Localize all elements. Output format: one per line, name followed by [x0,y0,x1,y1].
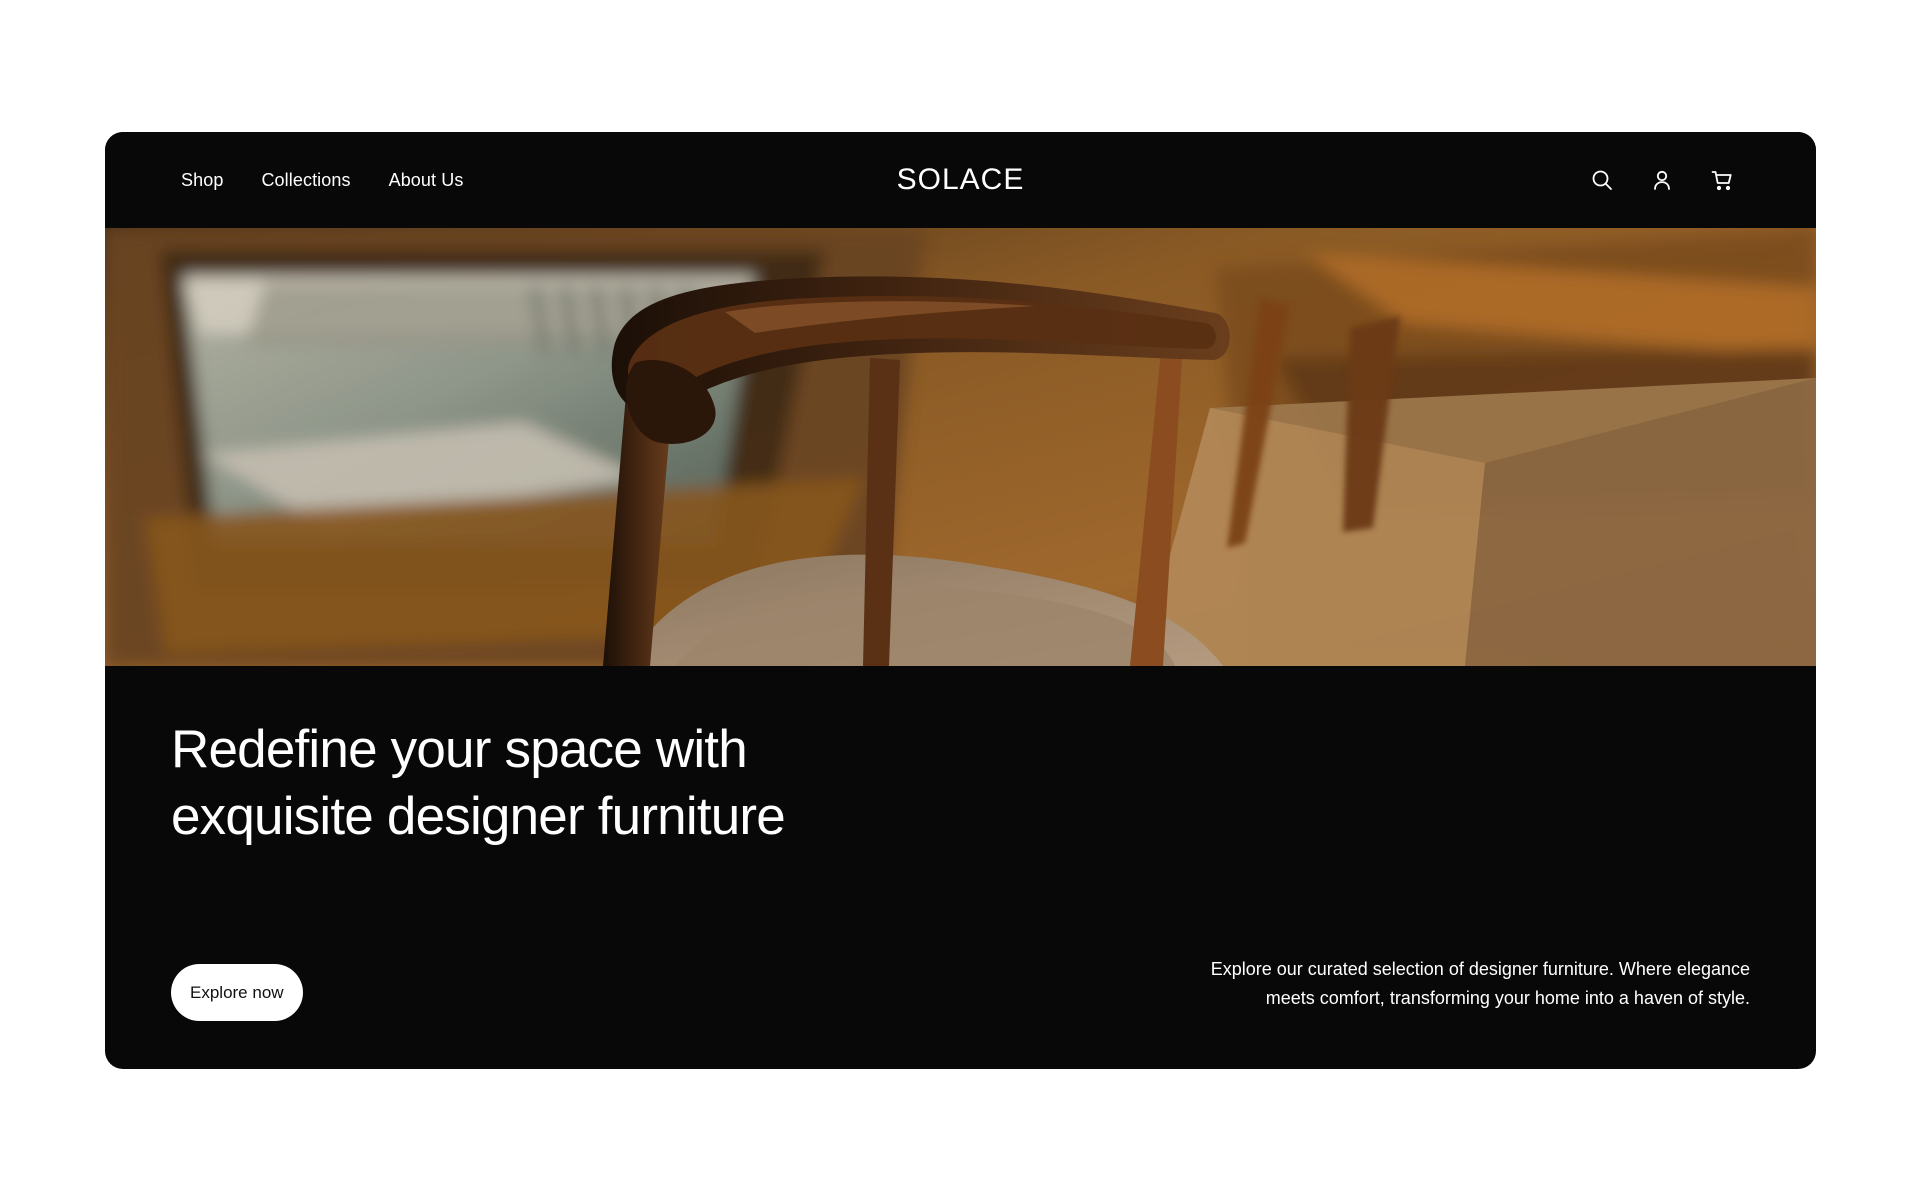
brand-logo[interactable]: SOLACE [897,163,1025,197]
explore-now-button[interactable]: Explore now [171,964,303,1021]
nav-link-shop[interactable]: Shop [181,170,223,191]
utility-navigation [1590,132,1734,228]
navigation-bar: Shop Collections About Us SOLACE [105,132,1816,228]
primary-navigation: Shop Collections About Us [181,132,463,228]
user-icon[interactable] [1650,168,1674,192]
hero-content: Redefine your space with exquisite desig… [105,666,1816,1069]
hero-furniture-image [105,228,1816,666]
nav-link-collections[interactable]: Collections [261,170,350,191]
hero-description: Explore our curated selection of designe… [1210,959,1750,1008]
nav-link-about-us[interactable]: About Us [389,170,464,191]
search-icon[interactable] [1590,168,1614,192]
website-frame: Shop Collections About Us SOLACE Redefin… [105,132,1816,1069]
hero-heading: Redefine your space with exquisite desig… [171,720,786,846]
cart-icon[interactable] [1710,168,1734,192]
page-background: Shop Collections About Us SOLACE Redefin… [0,0,1920,1200]
chair-illustration [105,228,1816,666]
